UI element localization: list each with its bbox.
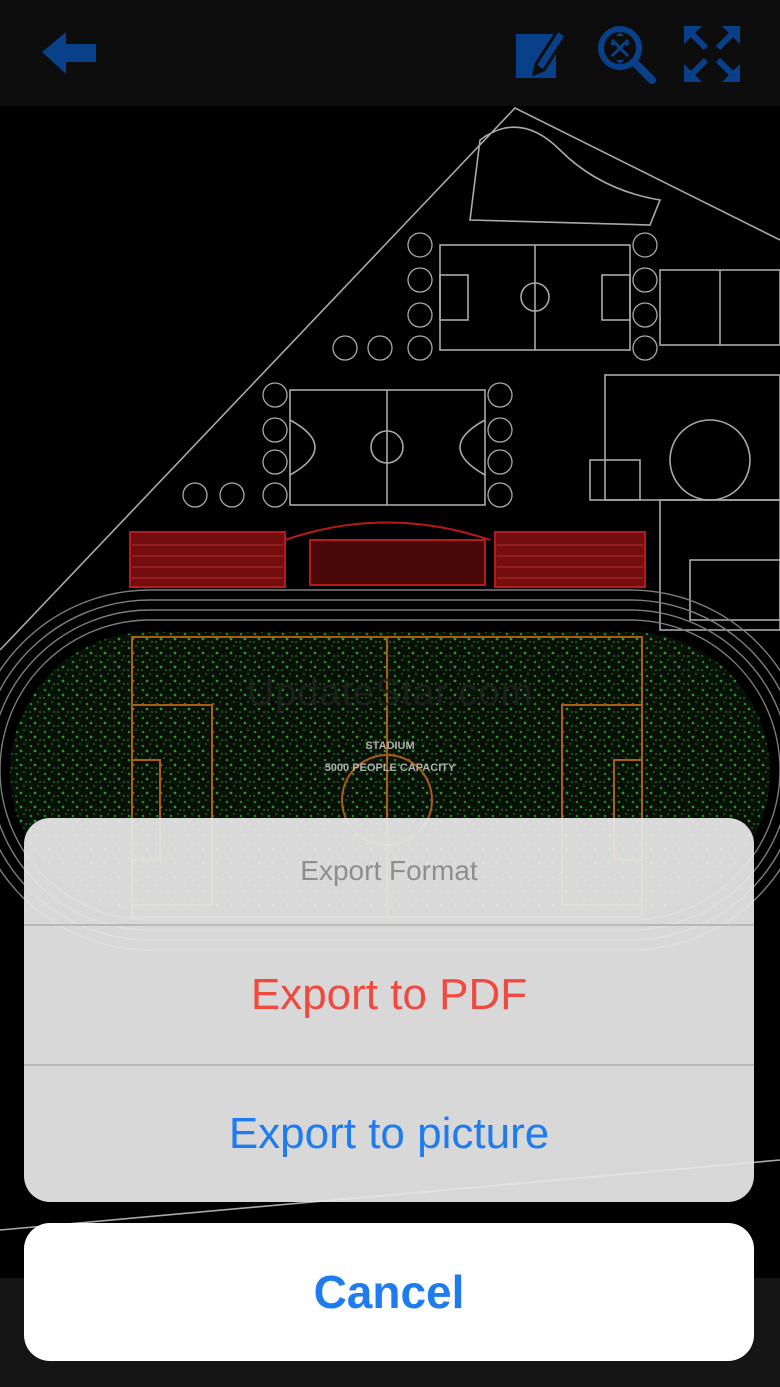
export-pdf-option[interactable]: Export to PDF	[24, 926, 754, 1066]
cancel-button[interactable]: Cancel	[24, 1223, 754, 1361]
action-sheet-title: Export Format	[24, 818, 754, 926]
export-action-sheet: Export Format Export to PDF Export to pi…	[24, 818, 754, 1202]
export-picture-option[interactable]: Export to picture	[24, 1066, 754, 1202]
